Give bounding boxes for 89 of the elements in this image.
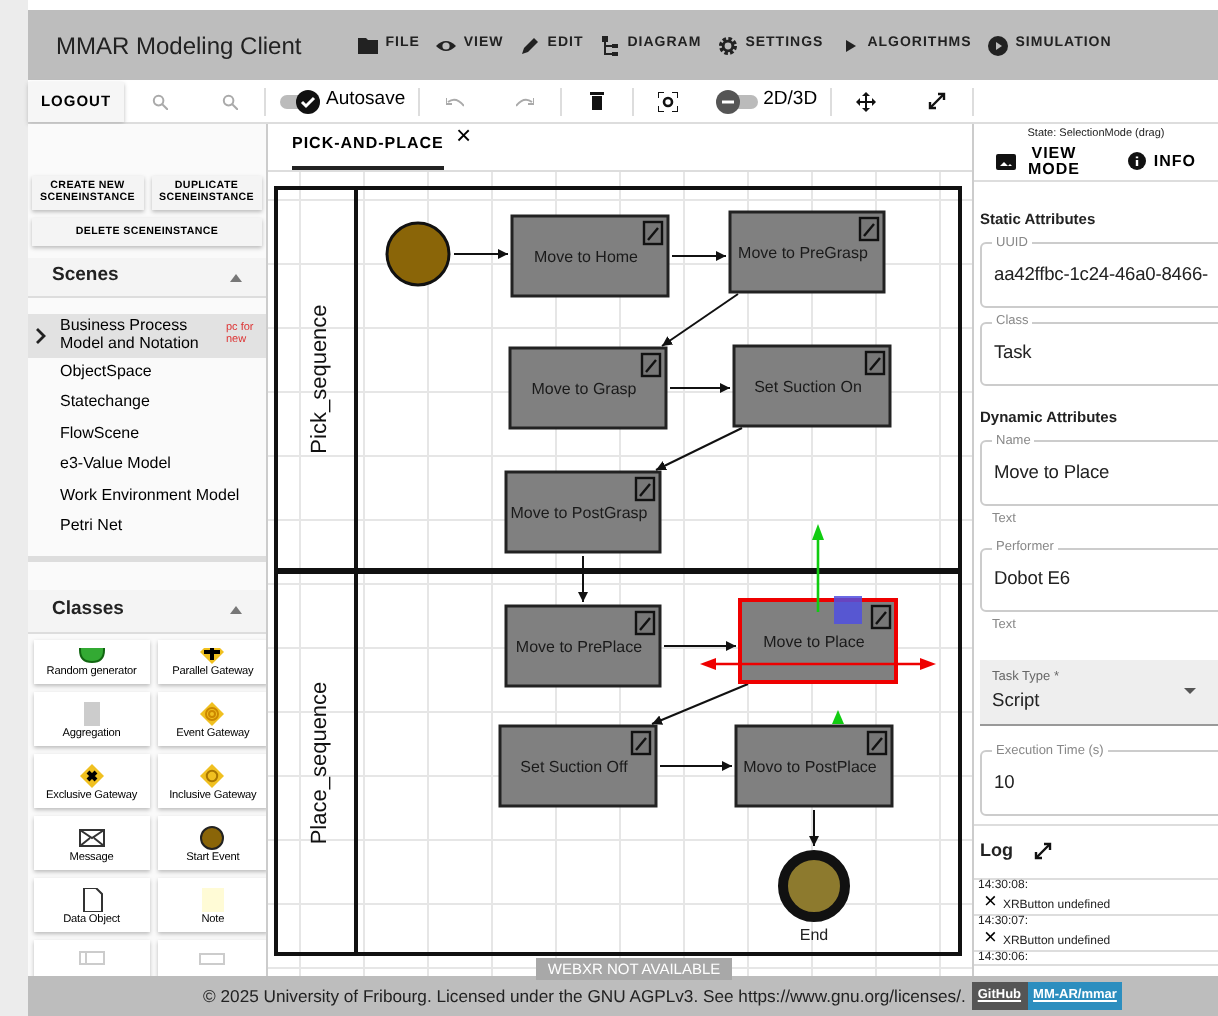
- flow-arrow: [659, 761, 733, 771]
- task-label: Move to PostGrasp: [510, 504, 648, 522]
- app-title: MMAR Modeling Client: [56, 29, 302, 63]
- chevron-icon: [36, 327, 46, 344]
- flow-arrow: [661, 293, 739, 347]
- autosave-toggle[interactable]: Autosave: [266, 86, 418, 116]
- switch-icon: [278, 89, 322, 113]
- footer-text: © 2025 University of Fribourg. Licensed under the GNU AGPLv3. See https://www.gnu.org/licenses/.: [203, 983, 966, 1009]
- section-title: Classes: [52, 596, 124, 624]
- flow-arrow: [651, 683, 749, 725]
- diagram-tab[interactable]: PICK-AND-PLACE: [292, 132, 444, 170]
- task-label: Move to PreGrasp: [738, 244, 868, 262]
- edit-icon[interactable]: [866, 730, 888, 756]
- edit-icon[interactable]: [634, 476, 656, 502]
- edit-icon[interactable]: [630, 730, 652, 756]
- scene-item[interactable]: ObjectSpace: [28, 357, 266, 389]
- swimlane[interactable]: [274, 186, 962, 572]
- scene-item[interactable]: Petri Net: [28, 512, 266, 544]
- focus-icon: [658, 91, 679, 111]
- flow-arrow: [453, 249, 509, 259]
- edit-icon[interactable]: [858, 216, 880, 242]
- edit-icon[interactable]: [870, 604, 892, 630]
- swimlane[interactable]: [274, 570, 962, 956]
- edit-icon[interactable]: [864, 350, 886, 376]
- flow-arrow: [578, 555, 588, 603]
- caret-up-icon: [230, 606, 242, 615]
- task-label: Move to Home: [533, 248, 639, 266]
- flow-arrow: [663, 641, 737, 651]
- close-tab-button[interactable]: ×: [456, 122, 472, 148]
- task-label: Move to Place: [763, 633, 865, 651]
- task-label: Move to Grasp: [531, 380, 637, 398]
- flow-arrow: [655, 427, 743, 471]
- dismiss-button[interactable]: ×: [984, 891, 997, 914]
- caret-up-icon: [230, 273, 242, 282]
- task-label: Set Suction On: [754, 378, 862, 396]
- event-label: End: [799, 926, 829, 944]
- transform-gizmo-drawing[interactable]: [700, 524, 936, 724]
- panel-tab[interactable]: INFO: [1127, 152, 1197, 171]
- expand-icon: [1033, 842, 1051, 861]
- task-label: Move to PrePlace: [515, 638, 643, 656]
- edit-icon[interactable]: [642, 220, 664, 246]
- task-node[interactable]: [734, 724, 894, 808]
- image-icon: [995, 153, 1016, 170]
- search-plus-icon: [151, 93, 167, 109]
- scene-item[interactable]: Work Environment Model: [28, 481, 266, 513]
- task-label: Set Suction Off: [520, 758, 628, 776]
- play-circle-icon: [987, 35, 1008, 55]
- scene-item[interactable]: FlowScene: [28, 419, 266, 451]
- task-label: Movo to PostPlace: [743, 758, 877, 776]
- task-node[interactable]: [508, 346, 668, 430]
- trash-icon: [589, 92, 604, 110]
- edit-icon[interactable]: [634, 610, 656, 636]
- collapse-button[interactable]: [230, 273, 242, 282]
- end-event[interactable]: [778, 850, 850, 922]
- eye-icon: [435, 35, 456, 55]
- section-title: Scenes: [52, 262, 119, 291]
- lane-label: Place_sequence: [308, 681, 332, 845]
- expand-log-button[interactable]: [1033, 842, 1051, 861]
- scene-item[interactable]: Statechange: [28, 388, 266, 420]
- start-event[interactable]: [385, 221, 451, 287]
- panel-tab[interactable]: VIEW MODE: [995, 145, 1084, 178]
- task-node[interactable]: [504, 470, 662, 554]
- move-icon: [856, 91, 877, 111]
- flow-arrow: [669, 383, 731, 393]
- settings-icon: [717, 35, 738, 55]
- dropdown-icon: [1184, 687, 1196, 696]
- task-node[interactable]: [728, 210, 886, 294]
- log-title: Log: [980, 838, 1013, 865]
- collapse-button[interactable]: [230, 606, 242, 615]
- switch-icon: [715, 89, 760, 113]
- search-minus-icon: [221, 93, 237, 109]
- scene-item[interactable]: e3-Value Model: [28, 450, 266, 482]
- info-icon: [1127, 152, 1146, 171]
- diagram-icon: [599, 35, 620, 55]
- pencil-icon: [519, 35, 540, 55]
- task-node[interactable]: [504, 604, 662, 688]
- undo-icon: [445, 95, 464, 107]
- flow-arrow: [671, 251, 727, 261]
- dismiss-button[interactable]: ×: [984, 927, 997, 950]
- view-mode-toggle[interactable]: 2D/3D: [703, 86, 830, 116]
- task-node[interactable]: [732, 344, 892, 428]
- flow-arrow: [809, 809, 819, 847]
- lane-label: Pick_sequence: [308, 304, 332, 454]
- task-node[interactable]: [510, 214, 670, 298]
- edit-icon[interactable]: [640, 352, 662, 378]
- redo-icon: [515, 95, 534, 107]
- folder-icon: [357, 35, 378, 55]
- task-node[interactable]: [498, 724, 658, 808]
- expand-icon: [927, 92, 946, 110]
